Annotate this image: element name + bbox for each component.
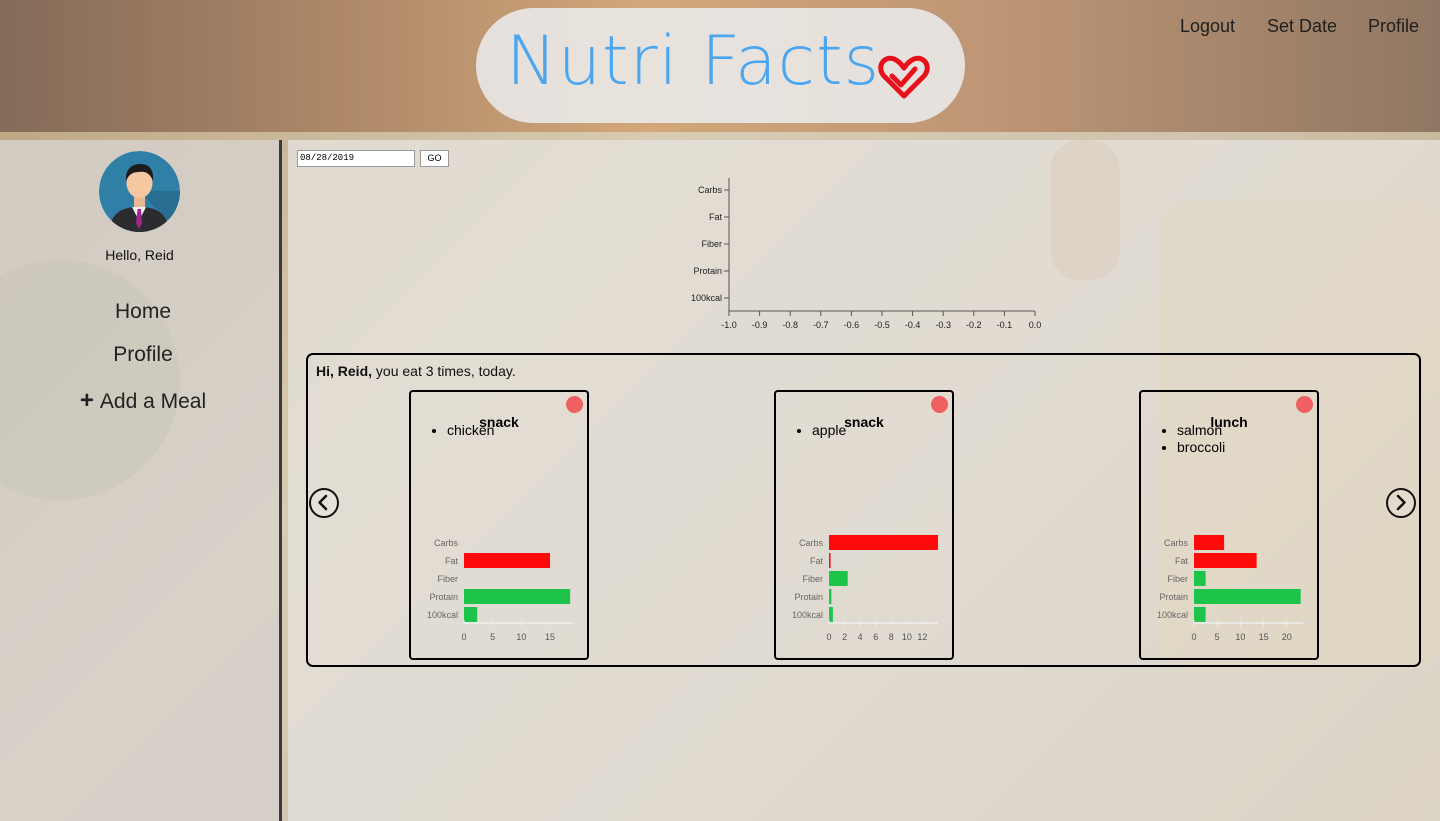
y-tick-label: Carbs: [799, 538, 824, 548]
sidebar-item-label: Add a Meal: [99, 390, 207, 413]
y-tick-label: Fat: [810, 556, 824, 566]
y-tick-label: 100kcal: [691, 293, 722, 303]
meal-nutrition-chart: Carbs Fat Fiber Protain 100kcal 0 5 10 15 20: [1157, 533, 1303, 642]
meal-card[interactable]: snack chicken CarbsFatFiberProtain100kca…: [409, 390, 589, 660]
y-tick-label: Carbs: [1164, 538, 1189, 548]
x-tick-label: 8: [889, 632, 894, 642]
bar-protain: [1194, 589, 1301, 604]
bar-100kcal: [1194, 607, 1206, 622]
x-tick-label: -1.0: [721, 320, 737, 330]
bar-protain: [464, 589, 571, 604]
x-tick-label: -0.5: [874, 320, 890, 330]
x-tick-label: 0.0: [1029, 320, 1042, 330]
y-tick-label: Protain: [693, 266, 722, 276]
x-tick-label: -0.1: [997, 320, 1013, 330]
y-tick-label: 100kcal: [792, 610, 823, 620]
bar-carbs: [1194, 535, 1225, 550]
y-tick-label: Carbs: [698, 185, 723, 195]
y-tick-label: Fat: [709, 212, 723, 222]
logo-text: Nutri Facts: [506, 22, 881, 101]
x-tick-label: 10: [1235, 632, 1245, 642]
x-tick-label: 4: [858, 632, 863, 642]
x-tick-label: -0.4: [905, 320, 921, 330]
y-tick-label: Fiber: [802, 574, 823, 584]
meal-nutrition-chart: Carbs Fat Fiber Protain 100kcal 0 2 4 6 8 10 12: [792, 533, 938, 642]
x-tick-label: 15: [1259, 632, 1269, 642]
y-tick-label: Fiber: [1167, 574, 1188, 584]
y-tick-label: Protain: [794, 592, 823, 602]
x-tick-label: 12: [917, 632, 927, 642]
meals-intro: Hi, Reid, you eat 3 times, today.: [316, 363, 516, 379]
sidebar-item-label: Profile: [113, 343, 173, 366]
chevron-right-icon: [1396, 494, 1406, 511]
x-tick-label: -0.9: [752, 320, 768, 330]
meals-intro-name: Hi, Reid,: [316, 363, 373, 379]
y-tick-label: Fat: [445, 556, 459, 566]
x-tick-label: 6: [873, 632, 878, 642]
profile-link[interactable]: Profile: [1368, 16, 1419, 37]
bar-100kcal: [464, 607, 478, 622]
x-tick-label: 0: [1191, 632, 1196, 642]
x-tick-label: 0: [461, 632, 466, 642]
x-tick-label: 10: [516, 632, 526, 642]
user-avatar-icon: [99, 151, 180, 232]
heart-check-icon: [878, 55, 930, 99]
bar-fiber: [1194, 571, 1206, 586]
sidebar-item-home[interactable]: Home: [0, 300, 286, 324]
y-tick-label: Fiber: [437, 574, 458, 584]
bar-fat: [464, 553, 551, 568]
greeting-text: Hello, Reid: [105, 247, 174, 263]
bar-100kcal: [829, 607, 833, 622]
summary-chart: Carbs Fat Fiber Protain 100kcal -1.0 -0.9 -0.8 -…: [691, 178, 1042, 330]
go-button[interactable]: GO: [420, 150, 449, 167]
y-tick-label: 100kcal: [1157, 610, 1188, 620]
x-tick-label: 20: [1282, 632, 1292, 642]
sidebar-item-label: Home: [114, 300, 172, 323]
y-tick-label: Protain: [1159, 592, 1188, 602]
meal-card[interactable]: snack apple CarbsFatFiberProtain100kcal0…: [774, 390, 954, 660]
chevron-left-icon: [318, 494, 328, 511]
x-tick-label: 5: [490, 632, 495, 642]
y-tick-label: Fat: [1175, 556, 1189, 566]
x-tick-label: -0.8: [782, 320, 798, 330]
bar-fat: [1194, 553, 1257, 568]
sidebar-item-add-meal[interactable]: + Add a Meal: [0, 387, 286, 415]
carousel-next-button[interactable]: [1386, 488, 1416, 518]
set-date-link[interactable]: Set Date: [1267, 16, 1337, 37]
date-input[interactable]: 08/28/2019: [297, 150, 415, 167]
x-tick-label: -0.7: [813, 320, 829, 330]
bar-fat: [829, 553, 831, 568]
x-tick-label: 10: [902, 632, 912, 642]
avatar[interactable]: [99, 151, 180, 232]
x-tick-label: 0: [826, 632, 831, 642]
meal-card[interactable]: lunch salmon broccoli CarbsFatFiberProta…: [1139, 390, 1319, 660]
sidebar: [0, 140, 282, 821]
carousel-prev-button[interactable]: [309, 488, 339, 518]
y-tick-label: Protain: [429, 592, 458, 602]
plus-icon: +: [79, 387, 94, 414]
y-tick-label: Fiber: [701, 239, 722, 249]
bar-fiber: [829, 571, 848, 586]
x-tick-label: 15: [545, 632, 555, 642]
x-tick-label: 5: [1215, 632, 1220, 642]
y-tick-label: Carbs: [434, 538, 459, 548]
sidebar-item-profile[interactable]: Profile: [0, 343, 286, 367]
x-tick-label: 2: [842, 632, 847, 642]
meals-intro-text: you eat 3 times, today.: [372, 363, 516, 379]
x-tick-label: -0.2: [966, 320, 982, 330]
bar-carbs: [829, 535, 938, 550]
meal-nutrition-chart: Carbs Fat Fiber Protain 100kcal 0 5 10 15: [427, 533, 573, 642]
bar-protain: [829, 589, 832, 604]
x-tick-label: -0.6: [844, 320, 860, 330]
logout-link[interactable]: Logout: [1180, 16, 1235, 37]
y-tick-label: 100kcal: [427, 610, 458, 620]
x-tick-label: -0.3: [935, 320, 951, 330]
